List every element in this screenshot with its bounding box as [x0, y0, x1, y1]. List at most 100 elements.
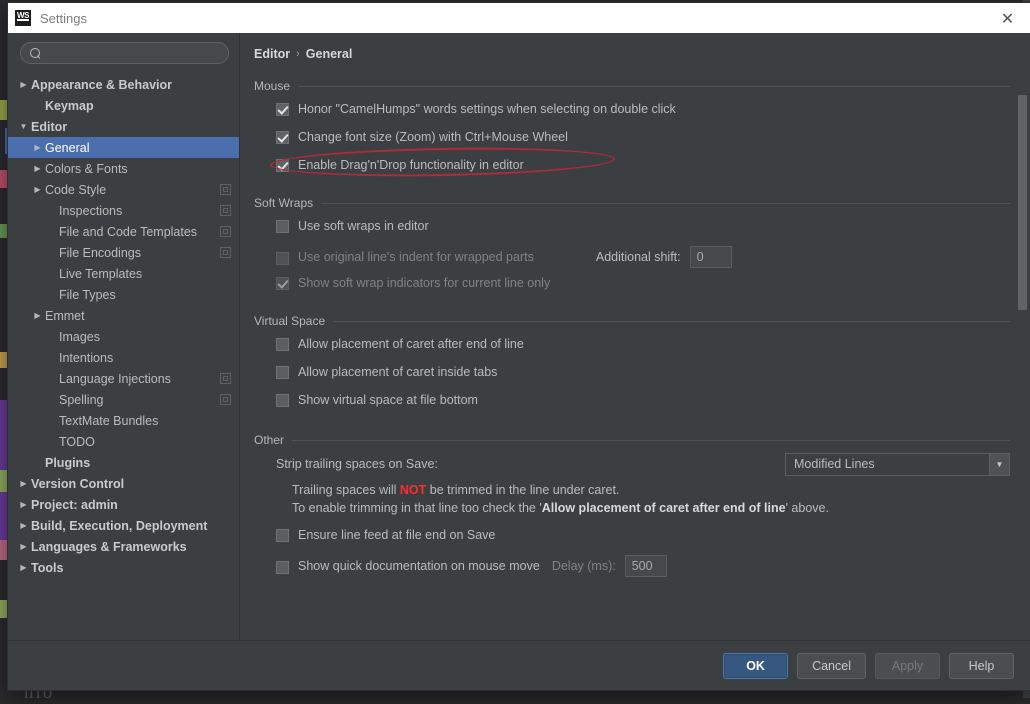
sidebar-item-spelling[interactable]: ▶Spelling [8, 389, 239, 410]
webstorm-icon: WS [15, 10, 31, 26]
checkbox-virtual-space-file-bottom[interactable] [276, 394, 289, 407]
checkbox-show-quick-documentation[interactable] [276, 561, 289, 574]
apply-button: Apply [875, 653, 940, 679]
delay-label: Delay (ms): [552, 559, 616, 573]
sidebar-item-label: Keymap [45, 99, 94, 113]
section-header-virtual-space: Virtual Space [254, 314, 1010, 328]
note-red: NOT [400, 483, 426, 497]
additional-shift-field: Additional shift: [596, 246, 732, 268]
strip-trailing-spaces-value: Modified Lines [786, 457, 989, 471]
breadcrumb-root[interactable]: Editor [254, 47, 290, 61]
sidebar-item-file-types[interactable]: ▶File Types [8, 284, 239, 305]
option-honor-camelhumps[interactable]: Honor "CamelHumps" words settings when s… [276, 101, 1010, 122]
sidebar-item-tools[interactable]: ▶Tools [8, 557, 239, 578]
section-other: Other Strip trailing spaces on Save: Mod… [254, 433, 1010, 577]
chevron-down-icon[interactable]: ▼ [989, 454, 1009, 475]
sidebar-item-version-control[interactable]: ▶Version Control [8, 473, 239, 494]
sidebar-item-general[interactable]: ▶General [8, 137, 239, 158]
chevron-right-icon[interactable]: ▶ [16, 542, 31, 551]
option-change-font-size-zoom[interactable]: Change font size (Zoom) with Ctrl+Mouse … [276, 129, 1010, 150]
option-label: Use original line's indent for wrapped p… [298, 249, 534, 266]
sidebar-item-appearance-behavior[interactable]: ▶Appearance & Behavior [8, 74, 239, 95]
sidebar-item-label: Emmet [45, 309, 85, 323]
sidebar-item-live-templates[interactable]: ▶Live Templates [8, 263, 239, 284]
chevron-right-icon[interactable]: ▶ [16, 521, 31, 530]
checkbox-use-soft-wraps[interactable] [276, 220, 289, 233]
sidebar-item-project-admin[interactable]: ▶Project: admin [8, 494, 239, 515]
option-caret-after-end-of-line[interactable]: Allow placement of caret after end of li… [276, 336, 1010, 357]
chevron-right-icon[interactable]: ▶ [30, 143, 45, 152]
strip-trailing-spaces-select[interactable]: Modified Lines ▼ [785, 453, 1010, 476]
sidebar-item-language-injections[interactable]: ▶Language Injections [8, 368, 239, 389]
cancel-button[interactable]: Cancel [797, 653, 866, 679]
chevron-right-icon[interactable]: ▶ [16, 479, 31, 488]
sidebar-item-label: Editor [31, 120, 67, 134]
strip-trailing-spaces-label: Strip trailing spaces on Save: [276, 457, 438, 471]
checkbox-caret-after-end-of-line[interactable] [276, 338, 289, 351]
sidebar-item-editor[interactable]: ▼Editor [8, 116, 239, 137]
option-label: Allow placement of caret after end of li… [298, 336, 524, 353]
option-use-soft-wraps[interactable]: Use soft wraps in editor [276, 218, 1010, 239]
sidebar-item-label: Inspections [59, 204, 122, 218]
settings-content-panel: Editor › General Mouse Honor "CamelHumps… [240, 33, 1030, 640]
checkbox-caret-inside-tabs[interactable] [276, 366, 289, 379]
note-post: ' above. [786, 501, 829, 515]
chevron-right-icon[interactable]: ▶ [16, 563, 31, 572]
sidebar-item-file-encodings[interactable]: ▶File Encodings [8, 242, 239, 263]
option-label: Show virtual space at file bottom [298, 392, 478, 409]
breadcrumb-separator: › [296, 48, 300, 60]
settings-tree: ▶Appearance & Behavior▶Keymap▼Editor▶Gen… [8, 72, 239, 640]
chevron-right-icon[interactable]: ▶ [16, 80, 31, 89]
sidebar-item-label: Version Control [31, 477, 124, 491]
sidebar-item-colors-fonts[interactable]: ▶Colors & Fonts [8, 158, 239, 179]
sidebar-item-label: General [45, 141, 89, 155]
sidebar-item-plugins[interactable]: ▶Plugins [8, 452, 239, 473]
chevron-right-icon[interactable]: ▶ [30, 311, 45, 320]
search-box[interactable] [20, 42, 229, 64]
sidebar-item-todo[interactable]: ▶TODO [8, 431, 239, 452]
option-enable-dragndrop[interactable]: Enable Drag'n'Drop functionality in edit… [276, 157, 1010, 178]
chevron-down-icon[interactable]: ▼ [16, 122, 31, 131]
sidebar-item-emmet[interactable]: ▶Emmet [8, 305, 239, 326]
settings-dialog: WS Settings ✕ ▶Appearance & Behavior▶Key… [8, 3, 1030, 690]
dialog-body: ▶Appearance & Behavior▶Keymap▼Editor▶Gen… [8, 33, 1030, 640]
sidebar-item-textmate-bundles[interactable]: ▶TextMate Bundles [8, 410, 239, 431]
module-config-icon [220, 205, 231, 216]
sidebar-item-label: Colors & Fonts [45, 162, 128, 176]
additional-shift-label: Additional shift: [596, 250, 681, 264]
module-config-icon [220, 247, 231, 258]
sidebar-item-images[interactable]: ▶Images [8, 326, 239, 347]
checkbox-honor-camelhumps[interactable] [276, 103, 289, 116]
option-caret-inside-tabs[interactable]: Allow placement of caret inside tabs [276, 364, 1010, 385]
sidebar-item-languages-frameworks[interactable]: ▶Languages & Frameworks [8, 536, 239, 557]
sidebar-item-build-execution-deployment[interactable]: ▶Build, Execution, Deployment [8, 515, 239, 536]
checkbox-enable-dragndrop[interactable] [276, 159, 289, 172]
section-header-other: Other [254, 433, 1010, 447]
help-button[interactable]: Help [949, 653, 1014, 679]
section-rule [298, 86, 1010, 87]
chevron-right-icon[interactable]: ▶ [16, 500, 31, 509]
option-virtual-space-file-bottom[interactable]: Show virtual space at file bottom [276, 392, 1010, 413]
section-title: Mouse [254, 79, 290, 93]
content-scrollbar-thumb[interactable] [1018, 95, 1027, 310]
sidebar-item-file-and-code-templates[interactable]: ▶File and Code Templates [8, 221, 239, 242]
checkbox-change-font-size-zoom[interactable] [276, 131, 289, 144]
close-icon[interactable]: ✕ [985, 3, 1030, 33]
additional-shift-input[interactable] [690, 246, 732, 268]
sidebar-item-label: Language Injections [59, 372, 171, 386]
strip-trailing-spaces-row: Strip trailing spaces on Save: Modified … [254, 447, 1010, 471]
chevron-right-icon[interactable]: ▶ [30, 185, 45, 194]
sidebar-item-code-style[interactable]: ▶Code Style [8, 179, 239, 200]
ok-button[interactable]: OK [723, 653, 788, 679]
sidebar-item-inspections[interactable]: ▶Inspections [8, 200, 239, 221]
sidebar-item-intentions[interactable]: ▶Intentions [8, 347, 239, 368]
chevron-right-icon[interactable]: ▶ [30, 164, 45, 173]
option-ensure-line-feed[interactable]: Ensure line feed at file end on Save [276, 527, 1010, 548]
sidebar-item-keymap[interactable]: ▶Keymap [8, 95, 239, 116]
delay-input[interactable] [625, 555, 667, 577]
module-config-icon [220, 226, 231, 237]
option-show-quick-doc-row: Show quick documentation on mouse move D… [276, 555, 1010, 577]
search-input[interactable] [46, 45, 219, 61]
checkbox-ensure-line-feed[interactable] [276, 529, 289, 542]
note-pre: To enable trimming in that line too chec… [292, 501, 542, 515]
